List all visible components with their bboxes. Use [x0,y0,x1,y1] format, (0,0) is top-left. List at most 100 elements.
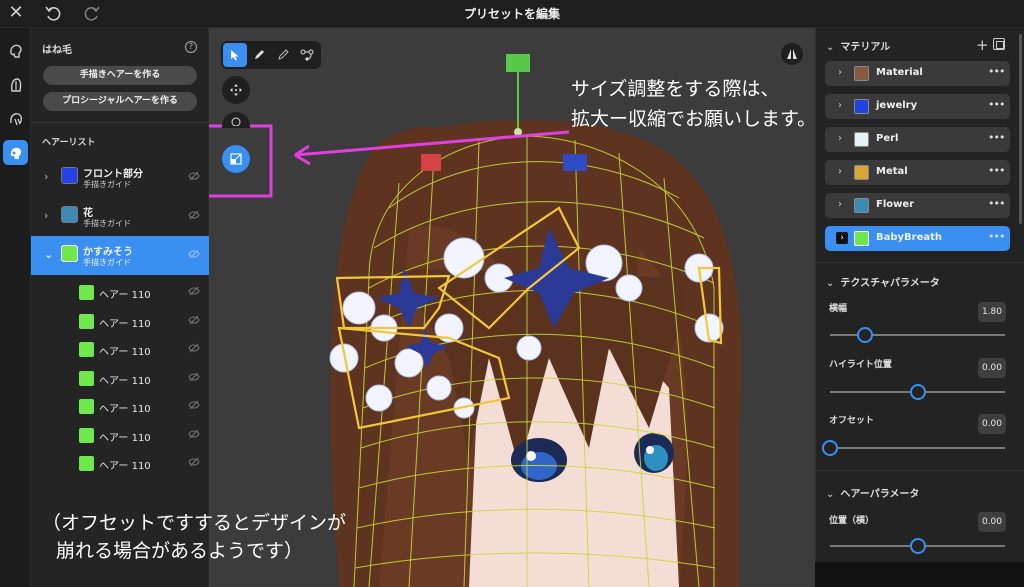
chevron-right-icon[interactable]: › [44,209,48,222]
hair-strand-icon [10,147,21,159]
scrollbar[interactable] [1019,34,1022,224]
top-bar: ✕ プリセットを編集 [0,0,1024,28]
more-icon[interactable]: ••• [988,164,1005,177]
chevron-right-icon[interactable]: › [838,100,842,111]
param-value-input[interactable]: 0.00 [978,512,1006,532]
pencil-icon [255,50,264,59]
hair-group-row[interactable]: › フロント部分 手描きガイド [31,158,209,197]
param-value-input[interactable]: 1.80 [978,302,1006,322]
color-swatch [61,167,78,184]
chevron-right-icon[interactable]: › [838,166,842,177]
slider-knob[interactable] [822,440,838,456]
texture-section-header[interactable]: ⌄ テクスチャパラメータ [826,274,940,289]
redo-icon[interactable] [83,4,101,22]
material-name: Material [876,67,923,78]
hair-group-row[interactable]: › 花 手描きガイド [31,197,209,236]
material-row[interactable]: › Metal ••• [825,160,1010,185]
chevron-down-icon[interactable]: ⌄ [44,248,53,261]
hair-item-row[interactable]: ヘアー 110 [31,392,209,420]
chevron-down-icon: ⌄ [826,489,835,500]
chevron-right-icon[interactable]: › [838,199,842,210]
select-tool-button[interactable] [223,43,247,67]
highlight-position-slider[interactable] [830,384,1005,400]
section-title: マテリアル [840,42,891,53]
slider-knob[interactable] [909,384,926,400]
slider-knob[interactable] [909,538,926,554]
visibility-off-icon[interactable] [188,286,200,296]
offset-slider[interactable] [822,440,1005,456]
chevron-right-icon[interactable]: › [44,170,48,183]
material-row[interactable]: › Material ••• [825,61,1010,86]
more-icon[interactable]: ••• [988,65,1005,78]
page-title: プリセットを編集 [463,7,560,21]
visibility-off-icon[interactable] [188,343,200,353]
chevron-right-icon[interactable]: › [838,133,842,144]
materials-section-header[interactable]: ⌄ マテリアル [826,38,890,53]
chevron-right-icon[interactable]: › [838,67,842,78]
hair-params-section-header[interactable]: ⌄ ヘアーパラメータ [826,485,919,500]
pen-tool-button[interactable] [247,43,271,67]
move-gizmo-button[interactable] [222,76,250,104]
create-procedural-hair-button[interactable]: プロシージャルヘアーを作る [43,92,197,111]
visibility-off-icon[interactable] [188,249,200,259]
more-icon[interactable]: ••• [988,131,1005,144]
hair-item-row[interactable]: ヘアー 110 [31,421,209,449]
hair-item-row[interactable]: ヘアー 110 [31,307,209,335]
visibility-off-icon[interactable] [188,171,200,181]
more-icon[interactable]: ••• [988,197,1005,210]
visibility-off-icon[interactable] [188,429,200,439]
3d-viewport[interactable]: サイズ調整をする際は、 拡大ー収縮でお願いします。 [209,28,815,587]
duplicate-icon[interactable] [993,38,1005,50]
chevron-down-icon: ⌄ [826,42,835,53]
visibility-off-icon[interactable] [188,457,200,467]
horizontal-position-slider[interactable] [830,538,1005,554]
note-line: （オフセットですするとデザインが [42,512,347,534]
material-name: BabyBreath [876,232,943,243]
close-icon[interactable]: ✕ [6,3,26,23]
eraser-tool-button[interactable] [271,43,295,67]
visibility-off-icon[interactable] [188,315,200,325]
width-slider[interactable] [830,327,1005,343]
hair-group-type: 手描きガイド [83,219,131,228]
more-icon[interactable]: ••• [988,98,1005,111]
color-swatch [854,198,869,213]
color-swatch [79,342,94,357]
hair-item-name: ヘアー 110 [99,319,151,330]
param-value-input[interactable]: 0.00 [978,414,1006,434]
color-swatch [854,231,869,246]
hair-item-row[interactable]: ヘアー 110 [31,364,209,392]
color-swatch [79,456,94,471]
more-icon[interactable]: ••• [988,230,1005,243]
hair-item-row[interactable]: ヘアー 110 [31,335,209,363]
material-row[interactable]: › Perl ••• [825,127,1010,152]
view-mode-button[interactable] [781,43,803,65]
visibility-off-icon[interactable] [188,210,200,220]
hair-group-row-selected[interactable]: ⌄ かすみそう 手描きガイド [31,236,209,275]
add-material-icon[interactable]: + [976,36,989,54]
scale-gizmo-button[interactable] [222,145,250,173]
hair-side-icon [9,112,22,125]
material-row-selected[interactable]: › BabyBreath ••• [825,226,1010,251]
tool-rail [0,28,31,587]
param-value-input[interactable]: 0.00 [978,358,1006,378]
undo-icon[interactable] [44,4,62,22]
material-row[interactable]: › jewelry ••• [825,94,1010,119]
slider-knob[interactable] [857,327,873,343]
rail-hair-back-button[interactable] [3,72,28,97]
chevron-right-icon[interactable]: › [836,232,848,244]
rail-hair-style-button[interactable] [3,38,28,63]
material-row[interactable]: › Flower ••• [825,193,1010,218]
path-tool-button[interactable] [295,43,319,67]
rail-hair-side-button[interactable] [3,106,28,131]
hair-item-row[interactable]: ヘアー 110 [31,278,209,306]
help-icon[interactable]: ? [185,41,197,53]
visibility-off-icon[interactable] [188,372,200,382]
rail-hair-strand-button[interactable] [3,140,28,165]
hair-item-name: ヘアー 110 [99,404,151,415]
create-handdrawn-hair-button[interactable]: 手描きヘアーを作る [43,66,197,85]
perspective-icon [787,49,797,59]
visibility-off-icon[interactable] [188,400,200,410]
hair-item-row[interactable]: ヘアー 110 [31,449,209,477]
hair-style-icon [9,44,22,58]
panel-footer [815,562,1024,587]
